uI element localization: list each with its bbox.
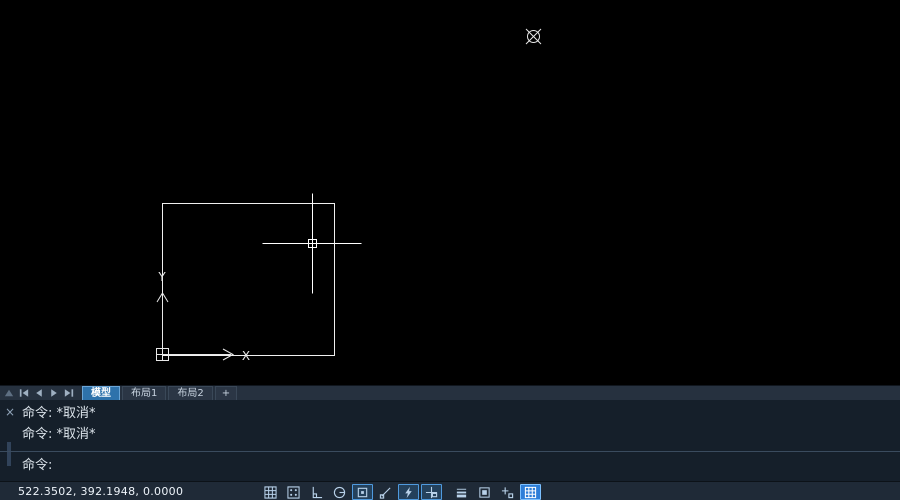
object-snap-icon [356,486,369,499]
first-tab-button[interactable] [17,387,31,400]
command-history-line: 命令: *取消* [22,424,900,445]
last-tab-icon [63,387,75,399]
command-prompt-input[interactable]: 命令: [22,458,52,474]
ucs-x-label: X [242,349,250,363]
layout-tabs: 模型 布局1 布局2 + [82,386,237,401]
command-scrollbar[interactable] [7,442,11,466]
toggle-object-snap[interactable] [352,484,373,500]
snap-icon [287,486,300,499]
crosshair-cursor [263,194,362,294]
toggle-object-snap-tracking[interactable] [375,484,396,500]
add-layout-tab-button[interactable]: + [215,386,237,401]
next-tab-button[interactable] [47,387,61,400]
status-bar: 522.3502, 392.1948, 0.0000 [0,481,900,500]
transparency-icon [478,486,491,499]
first-tab-icon [18,387,30,399]
drawing-canvas[interactable]: Y X [0,0,900,385]
toggle-grid-display[interactable] [260,484,281,500]
toggle-show-lineweight[interactable] [451,484,472,500]
lightning-icon [402,486,415,499]
customization-grid-icon [524,486,537,499]
command-history: 命令: *取消* 命令: *取消* [0,400,900,445]
cad-application-window: Y X [0,0,900,500]
toggle-transparency[interactable] [474,484,495,500]
layout-tab-bar: 模型 布局1 布局2 + [0,385,900,400]
toggle-ortho-mode[interactable] [306,484,327,500]
close-icon[interactable]: × [5,406,15,418]
toggle-quick-properties[interactable] [398,484,419,500]
tab-layout2[interactable]: 布局2 [168,386,212,401]
command-separator [0,451,900,452]
triangle-up-icon [3,387,15,399]
previous-tab-button[interactable] [32,387,46,400]
ucs-icon [157,293,234,361]
toggle-polar-tracking[interactable] [329,484,350,500]
canvas-graphics: Y X [0,0,900,385]
polar-tracking-icon [333,486,346,499]
coordinate-display: 522.3502, 392.1948, 0.0000 [18,485,183,498]
object-snap-tracking-icon [379,486,392,499]
grid-icon [264,486,277,499]
tab-scroll-up-icon[interactable] [2,387,16,400]
last-tab-button[interactable] [62,387,76,400]
annotation-monitor-icon [501,486,514,499]
status-toggle-group [260,483,541,500]
lineweight-icon [455,486,468,499]
previous-tab-icon [33,387,45,399]
command-history-line: 命令: *取消* [22,403,900,424]
next-tab-icon [48,387,60,399]
toggle-snap-mode[interactable] [283,484,304,500]
view-rotation-marker-icon [526,29,541,44]
tab-model[interactable]: 模型 [82,386,120,401]
toggle-customization[interactable] [520,484,541,500]
command-window[interactable]: × 命令: *取消* 命令: *取消* 命令: [0,400,900,481]
drawn-rectangle[interactable] [163,204,335,356]
dynamic-input-icon [425,486,438,499]
tab-navigation [0,387,76,400]
toggle-dynamic-input[interactable] [421,484,442,500]
toggle-annotation-monitor[interactable] [497,484,518,500]
ucs-y-label: Y [157,270,166,284]
ortho-icon [310,486,323,499]
tab-layout1[interactable]: 布局1 [122,386,166,401]
